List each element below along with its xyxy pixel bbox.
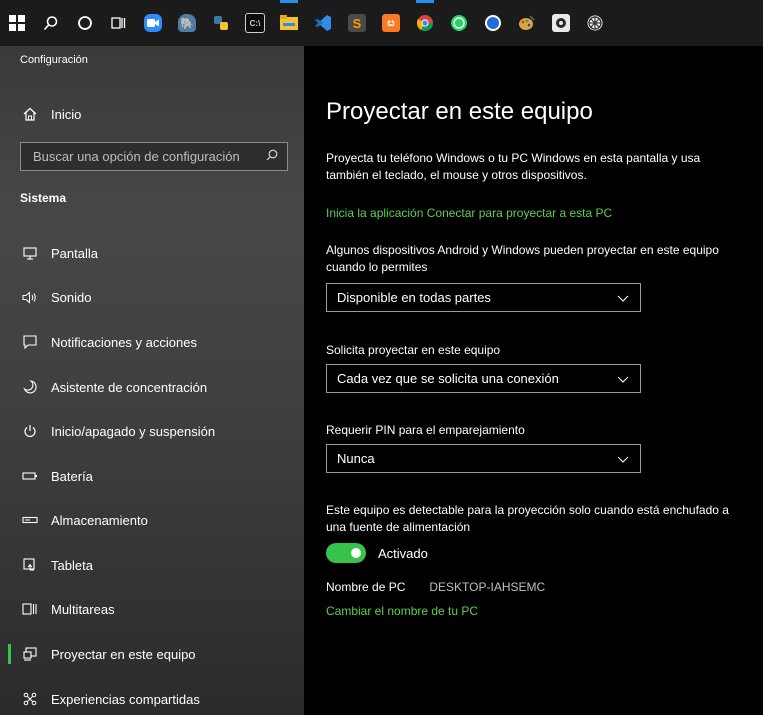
taskbar: 🐘 C:\ S ೞ bbox=[0, 0, 763, 46]
obs-icon[interactable] bbox=[544, 0, 578, 46]
sidebar-item-label: Inicio/apagado y suspensión bbox=[51, 423, 216, 439]
terminal-icon[interactable]: C:\ bbox=[238, 0, 272, 46]
chevron-down-icon bbox=[617, 376, 629, 383]
chevron-down-icon bbox=[617, 456, 629, 463]
battery-icon bbox=[20, 467, 40, 485]
sidebar-item-sonido[interactable]: Sonido bbox=[0, 283, 304, 311]
selection-indicator bbox=[8, 644, 11, 664]
sidebar: Configuración Inicio Buscar una opción d… bbox=[0, 46, 304, 715]
sidebar-item-notificaciones[interactable]: Notificaciones y acciones bbox=[0, 328, 304, 356]
rename-pc-link[interactable]: Cambiar el nombre de tu PC bbox=[326, 604, 478, 618]
sidebar-item-multitareas[interactable]: Multitareas bbox=[0, 595, 304, 623]
multitask-icon bbox=[20, 600, 40, 618]
pin-dropdown[interactable]: Nunca bbox=[326, 444, 641, 473]
sidebar-item-tableta[interactable]: Tableta bbox=[0, 551, 304, 579]
sidebar-item-concentracion[interactable]: Asistente de concentración bbox=[0, 373, 304, 401]
monitor-icon bbox=[20, 244, 40, 262]
tablet-icon bbox=[20, 556, 40, 574]
power-toggle[interactable] bbox=[326, 543, 366, 563]
cortana-icon[interactable] bbox=[68, 0, 102, 46]
sidebar-item-home[interactable]: Inicio bbox=[0, 102, 304, 126]
shared-icon bbox=[20, 690, 40, 708]
description-text: Proyecta tu teléfono Windows o tu PC Win… bbox=[326, 151, 701, 182]
sidebar-item-label: Asistente de concentración bbox=[51, 379, 208, 395]
paint-icon[interactable] bbox=[510, 0, 544, 46]
sublime-text-icon[interactable]: S bbox=[340, 0, 374, 46]
sidebar-item-label: Multitareas bbox=[51, 601, 115, 617]
sidebar-item-experiencias[interactable]: Experiencias compartidas bbox=[0, 685, 304, 713]
pgadmin-icon[interactable]: 🐘 bbox=[170, 0, 204, 46]
app-title: Configuración bbox=[20, 54, 88, 66]
ask-label: Solicita proyectar en este equipo bbox=[326, 343, 501, 357]
sidebar-item-label: Notificaciones y acciones bbox=[51, 334, 197, 350]
app-blue-icon[interactable] bbox=[476, 0, 510, 46]
sidebar-item-label: Tableta bbox=[51, 557, 93, 573]
chrome-icon[interactable] bbox=[408, 0, 442, 46]
pc-name-row: Nombre de PC DESKTOP-IAHSEMC bbox=[326, 580, 545, 594]
sidebar-item-almacenamiento[interactable]: Almacenamiento bbox=[0, 506, 304, 534]
power-toggle-row: Activado bbox=[326, 543, 428, 563]
speaker-icon bbox=[20, 288, 40, 306]
moon-icon bbox=[20, 378, 40, 396]
python-icon[interactable] bbox=[204, 0, 238, 46]
file-explorer-icon[interactable] bbox=[272, 0, 306, 46]
xampp-icon[interactable]: ೞ bbox=[374, 0, 408, 46]
sidebar-item-bateria[interactable]: Batería bbox=[0, 462, 304, 490]
sidebar-item-label: Sonido bbox=[51, 289, 92, 305]
settings-gear-icon[interactable] bbox=[578, 0, 612, 46]
sidebar-item-label: Experiencias compartidas bbox=[51, 691, 200, 707]
task-view-icon[interactable] bbox=[102, 0, 136, 46]
section-heading: Sistema bbox=[20, 191, 67, 205]
sidebar-item-label: Almacenamiento bbox=[51, 512, 148, 528]
dropdown-value: Cada vez que se solicita una conexión bbox=[337, 371, 559, 386]
whatsapp-icon[interactable] bbox=[442, 0, 476, 46]
sidebar-item-label: Batería bbox=[51, 468, 93, 484]
search-input[interactable]: Buscar una opción de configuración bbox=[20, 142, 288, 171]
power-label: Este equipo es detectable para la proyec… bbox=[326, 503, 729, 534]
pc-name-label: Nombre de PC bbox=[326, 580, 406, 594]
project-icon bbox=[20, 645, 40, 663]
sidebar-item-label: Proyectar en este equipo bbox=[51, 646, 196, 662]
chevron-down-icon bbox=[617, 295, 629, 302]
home-icon bbox=[20, 105, 40, 123]
dropdown-value: Nunca bbox=[337, 451, 375, 466]
main-content: Proyectar en este equipo Proyecta tu tel… bbox=[304, 46, 763, 715]
power-icon bbox=[20, 422, 40, 440]
search-icon[interactable] bbox=[263, 149, 281, 164]
pc-name-value: DESKTOP-IAHSEMC bbox=[429, 580, 546, 594]
windows-start-icon[interactable] bbox=[0, 0, 34, 46]
sidebar-item-pantalla[interactable]: Pantalla bbox=[0, 239, 304, 267]
notification-icon bbox=[20, 333, 40, 351]
dropdown-value: Disponible en todas partes bbox=[337, 290, 491, 305]
search-icon[interactable] bbox=[34, 0, 68, 46]
toggle-state-label: Activado bbox=[378, 545, 428, 561]
sidebar-item-label: Inicio bbox=[51, 106, 82, 122]
search-placeholder: Buscar una opción de configuración bbox=[33, 149, 240, 164]
vscode-icon[interactable] bbox=[306, 0, 340, 46]
page-title: Proyectar en este equipo bbox=[326, 98, 593, 125]
pin-label: Requerir PIN para el emparejamiento bbox=[326, 423, 525, 437]
connect-app-link[interactable]: Inicia la aplicación Conectar para proye… bbox=[326, 206, 612, 220]
sidebar-item-inicio-apagado[interactable]: Inicio/apagado y suspensión bbox=[0, 417, 304, 445]
sidebar-item-label: Pantalla bbox=[51, 245, 98, 261]
availability-label: Algunos dispositivos Android y Windows p… bbox=[326, 243, 719, 274]
sidebar-item-proyectar[interactable]: Proyectar en este equipo bbox=[0, 640, 304, 668]
zoom-icon[interactable] bbox=[136, 0, 170, 46]
ask-dropdown[interactable]: Cada vez que se solicita una conexión bbox=[326, 364, 641, 393]
storage-icon bbox=[20, 511, 40, 529]
availability-dropdown[interactable]: Disponible en todas partes bbox=[326, 283, 641, 312]
toggle-knob bbox=[351, 548, 361, 558]
